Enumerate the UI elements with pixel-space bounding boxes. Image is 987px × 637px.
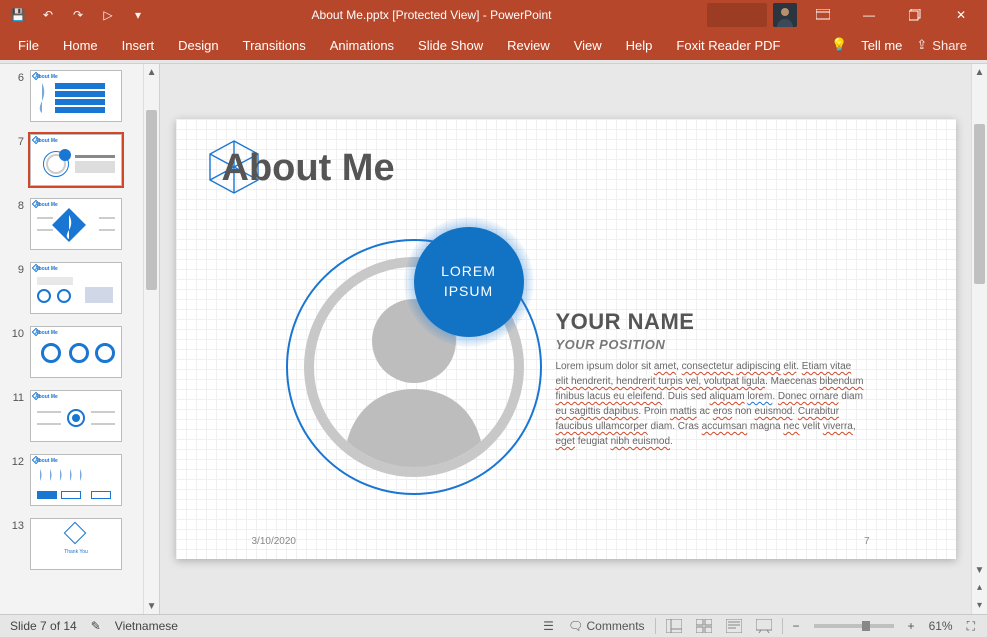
minimize-button[interactable]: — <box>849 0 889 30</box>
thumb-number: 12 <box>10 454 24 506</box>
thumb-number: 10 <box>10 326 24 378</box>
divider <box>782 618 783 634</box>
name-placeholder[interactable]: YOUR NAME <box>556 309 695 335</box>
status-bar: Slide 7 of 14 ✎ Vietnamese ☰ 🗨 Comments … <box>0 614 987 637</box>
normal-view-button[interactable] <box>660 615 688 637</box>
close-button[interactable]: ✕ <box>941 0 981 30</box>
badge-line2: IPSUM <box>441 282 496 302</box>
workspace: 6 About Me 7 About Me 8 About Me <box>0 64 987 614</box>
thumbnail-list: 6 About Me 7 About Me 8 About Me <box>0 64 143 614</box>
qat-customize-icon[interactable]: ▾ <box>130 7 146 23</box>
thumbnails-scrollbar[interactable]: ▲ ▼ <box>143 64 159 614</box>
thumb-number: 13 <box>10 518 24 570</box>
zoom-slider-thumb[interactable] <box>862 621 870 631</box>
editor-vertical-scrollbar[interactable]: ▲ ▼ ▴ ▾ <box>971 64 987 614</box>
slide-thumbnail-panel: 6 About Me 7 About Me 8 About Me <box>0 64 160 614</box>
share-label: Share <box>932 38 967 53</box>
zoom-level[interactable]: 61% <box>923 615 959 637</box>
thumbnail-slide-13[interactable]: 13 Thank You <box>0 512 143 576</box>
comments-label: Comments <box>587 619 645 633</box>
start-from-beginning-icon[interactable]: ▷ <box>100 7 116 23</box>
thumb-number: 7 <box>10 134 24 186</box>
thumbnail-slide-8[interactable]: 8 About Me <box>0 192 143 256</box>
slide-editor-area: About Me LOREMIPSUM YOUR NAME YOUR POSIT… <box>160 64 987 614</box>
lightbulb-icon: 💡 <box>831 37 847 53</box>
slide-number-footer[interactable]: 7 <box>864 536 870 547</box>
fit-to-window-button[interactable]: ⛶ <box>961 615 981 637</box>
thumbnail-slide-11[interactable]: 11 About Me <box>0 384 143 448</box>
title-bar-right: — ✕ <box>707 0 987 30</box>
tab-design[interactable]: Design <box>166 30 230 60</box>
zoom-slider[interactable] <box>814 624 894 628</box>
language-indicator[interactable]: Vietnamese <box>115 619 178 633</box>
notes-button[interactable]: ☰ <box>537 615 560 637</box>
notes-icon: ☰ <box>543 619 554 633</box>
scroll-up-icon[interactable]: ▲ <box>144 64 159 80</box>
scrollbar-thumb[interactable] <box>974 124 985 284</box>
tab-review[interactable]: Review <box>495 30 562 60</box>
previous-slide-button[interactable]: ▴ <box>972 578 987 596</box>
thumb-number: 11 <box>10 390 24 442</box>
thumbnail-slide-7[interactable]: 7 About Me <box>0 128 143 192</box>
user-avatar[interactable] <box>773 3 797 27</box>
body-text-placeholder[interactable]: Lorem ipsum dolor sit amet, consectetur … <box>556 359 866 449</box>
share-icon: ⇪ <box>916 37 927 53</box>
slideshow-view-button[interactable] <box>750 615 778 637</box>
tab-animations[interactable]: Animations <box>318 30 406 60</box>
thumbnail-slide-12[interactable]: 12 About Me <box>0 448 143 512</box>
slide-date-footer[interactable]: 3/10/2020 <box>252 536 297 547</box>
lorem-badge[interactable]: LOREMIPSUM <box>414 227 524 337</box>
zoom-out-button[interactable]: − <box>787 615 806 637</box>
share-button[interactable]: ⇪ Share <box>916 37 967 53</box>
zoom-in-button[interactable]: + <box>902 615 921 637</box>
tab-foxit[interactable]: Foxit Reader PDF <box>664 30 792 60</box>
tab-transitions[interactable]: Transitions <box>231 30 318 60</box>
spell-check-icon[interactable]: ✎ <box>91 619 101 633</box>
comments-button[interactable]: 🗨 Comments <box>562 615 651 637</box>
position-placeholder[interactable]: YOUR POSITION <box>556 337 666 352</box>
tab-home[interactable]: Home <box>51 30 110 60</box>
slide-counter[interactable]: Slide 7 of 14 <box>10 619 77 633</box>
tell-me-search[interactable]: Tell me <box>861 38 902 53</box>
redo-icon[interactable]: ↷ <box>70 7 86 23</box>
reading-view-button[interactable] <box>720 615 748 637</box>
comments-icon: 🗨 <box>568 619 583 633</box>
tab-slideshow[interactable]: Slide Show <box>406 30 495 60</box>
thumbnail-slide-9[interactable]: 9 About Me <box>0 256 143 320</box>
thumbnail-slide-6[interactable]: 6 About Me <box>0 64 143 128</box>
ribbon-display-options-icon[interactable] <box>803 0 843 30</box>
next-slide-button[interactable]: ▾ <box>972 596 987 614</box>
scroll-down-icon[interactable]: ▼ <box>144 598 159 614</box>
save-icon[interactable]: 💾 <box>10 7 26 23</box>
thumb-number: 9 <box>10 262 24 314</box>
slide-canvas-viewport[interactable]: About Me LOREMIPSUM YOUR NAME YOUR POSIT… <box>160 64 971 614</box>
slide-sorter-view-button[interactable] <box>690 615 718 637</box>
badge-line1: LOREM <box>441 262 496 282</box>
scroll-up-icon[interactable]: ▲ <box>972 64 987 80</box>
thumbnail-slide-10[interactable]: 10 About Me <box>0 320 143 384</box>
restore-button[interactable] <box>895 0 935 30</box>
scroll-down-icon[interactable]: ▼ <box>972 562 987 578</box>
slide-title-text[interactable]: About Me <box>222 147 395 190</box>
title-bar: 💾 ↶ ↷ ▷ ▾ About Me.pptx [Protected View]… <box>0 0 987 30</box>
thumb-number: 8 <box>10 198 24 250</box>
scrollbar-thumb[interactable] <box>146 110 157 290</box>
tab-view[interactable]: View <box>562 30 614 60</box>
thumb-number: 6 <box>10 70 24 122</box>
divider <box>655 618 656 634</box>
document-title: About Me.pptx [Protected View] - PowerPo… <box>156 8 707 22</box>
ribbon-tabs: File Home Insert Design Transitions Anim… <box>0 30 987 60</box>
quick-access-toolbar: 💾 ↶ ↷ ▷ ▾ <box>0 0 156 30</box>
user-name-area[interactable] <box>707 3 767 27</box>
undo-icon[interactable]: ↶ <box>40 7 56 23</box>
slide-canvas[interactable]: About Me LOREMIPSUM YOUR NAME YOUR POSIT… <box>176 119 956 559</box>
tab-file[interactable]: File <box>6 30 51 60</box>
tab-help[interactable]: Help <box>614 30 665 60</box>
tab-insert[interactable]: Insert <box>110 30 167 60</box>
